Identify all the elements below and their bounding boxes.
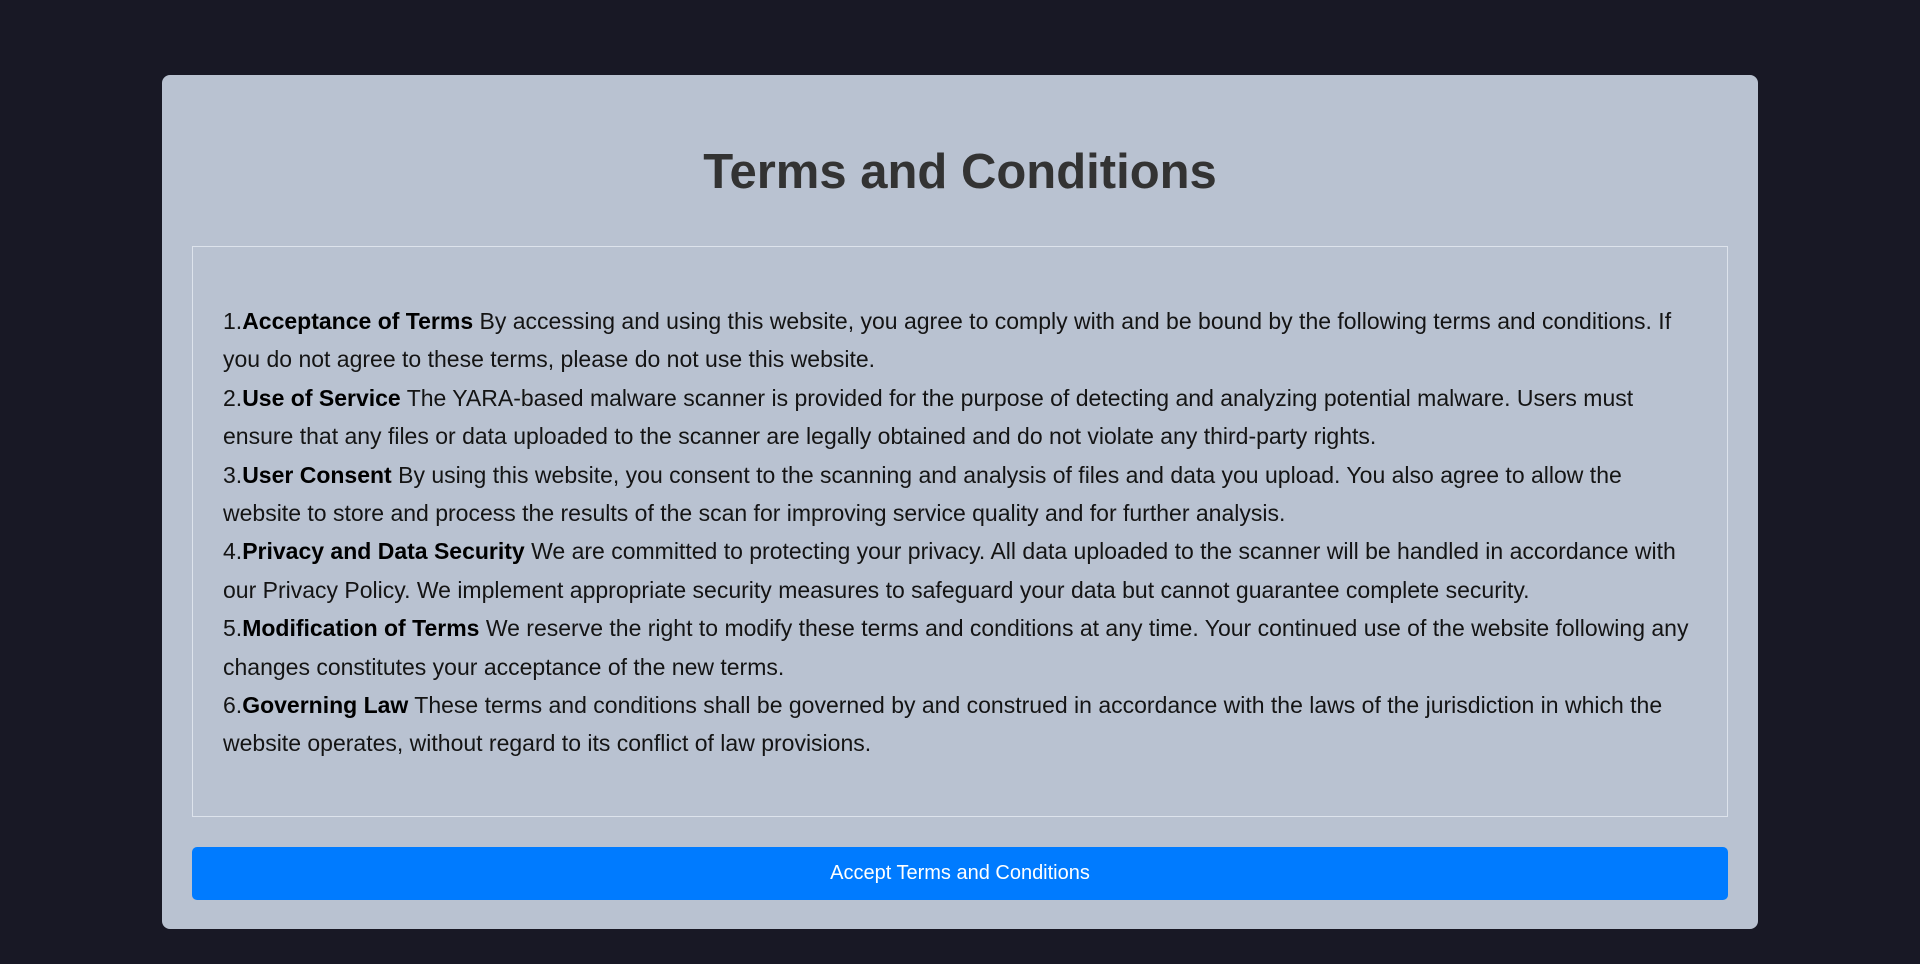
terms-card: Terms and Conditions 1.Acceptance of Ter… (162, 75, 1758, 929)
term-modification: 5.Modification of Terms We reserve the r… (223, 609, 1697, 686)
term-text: By using this website, you consent to th… (223, 461, 1622, 527)
page-title: Terms and Conditions (703, 145, 1217, 199)
term-text: These terms and conditions shall be gove… (223, 692, 1663, 757)
term-use-of-service: 2.Use of Service The YARA-based malware … (223, 379, 1697, 456)
term-number: 3. (223, 461, 243, 488)
term-heading: Use of Service (242, 384, 401, 411)
term-number: 5. (223, 615, 243, 642)
term-heading: Acceptance of Terms (242, 308, 474, 334)
term-number: 1. (223, 308, 243, 334)
term-number: 2. (223, 384, 243, 411)
accept-terms-button[interactable]: Accept Terms and Conditions (192, 847, 1728, 900)
term-heading: User Consent (242, 461, 392, 488)
terms-content-box[interactable]: 1.Acceptance of Terms By accessing and u… (192, 246, 1728, 817)
term-number: 4. (223, 538, 243, 565)
term-heading: Modification of Terms (242, 615, 480, 642)
term-heading: Governing Law (242, 692, 409, 719)
term-acceptance: 1.Acceptance of Terms By accessing and u… (223, 302, 1697, 379)
term-user-consent: 3.User Consent By using this website, yo… (223, 456, 1697, 533)
term-heading: Privacy and Data Security (242, 538, 525, 565)
term-text: The YARA-based malware scanner is provid… (223, 384, 1634, 450)
term-privacy: 4.Privacy and Data Security We are commi… (223, 532, 1697, 609)
term-governing-law: 6.Governing Law These terms and conditio… (223, 686, 1697, 763)
term-number: 6. (223, 692, 243, 719)
